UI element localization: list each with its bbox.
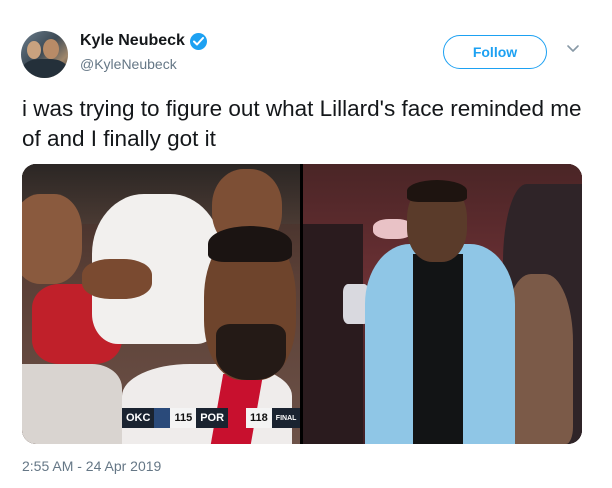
- home-team: POR: [200, 412, 225, 424]
- lillard-hair: [208, 226, 292, 262]
- verified-badge-icon: [189, 32, 207, 50]
- man-hair: [407, 180, 467, 202]
- scoreboard: OKC 115 POR 118 FINAL: [122, 408, 300, 428]
- user-name-row[interactable]: Kyle Neubeck: [80, 32, 207, 50]
- away-team: OKC: [126, 412, 151, 424]
- lillard-beard: [216, 324, 286, 380]
- home-score: 118: [246, 408, 272, 428]
- checkmark-icon: [192, 36, 204, 45]
- court-floor: [22, 364, 122, 444]
- tweet-timestamp[interactable]: 2:55 AM - 24 Apr 2019: [22, 458, 161, 474]
- thunder-logo-icon: [154, 408, 171, 428]
- user-handle[interactable]: @KyleNeubeck: [80, 56, 177, 72]
- avatar-face-1: [27, 41, 41, 59]
- player-left: [22, 194, 82, 284]
- player-arm: [82, 259, 152, 299]
- crowd-left: [303, 224, 363, 444]
- black-tee: [413, 254, 463, 444]
- game-status: FINAL: [271, 408, 300, 428]
- away-score: 115: [170, 408, 197, 428]
- avatar-body: [23, 59, 67, 78]
- tweet-card: Kyle Neubeck @KyleNeubeck Follow i was t…: [0, 0, 612, 488]
- chevron-down-icon[interactable]: [566, 44, 580, 54]
- media-image-party[interactable]: [303, 164, 582, 444]
- follow-button[interactable]: Follow: [443, 35, 547, 69]
- display-name[interactable]: Kyle Neubeck: [80, 32, 185, 50]
- blazers-logo-icon: [228, 408, 247, 428]
- tweet-media[interactable]: OKC 115 POR 118 FINAL: [22, 164, 582, 444]
- avatar-face-2: [43, 39, 59, 59]
- avatar[interactable]: [21, 31, 68, 78]
- tweet-text: i was trying to figure out what Lillard'…: [22, 96, 582, 151]
- media-image-lillard[interactable]: OKC 115 POR 118 FINAL: [22, 164, 300, 444]
